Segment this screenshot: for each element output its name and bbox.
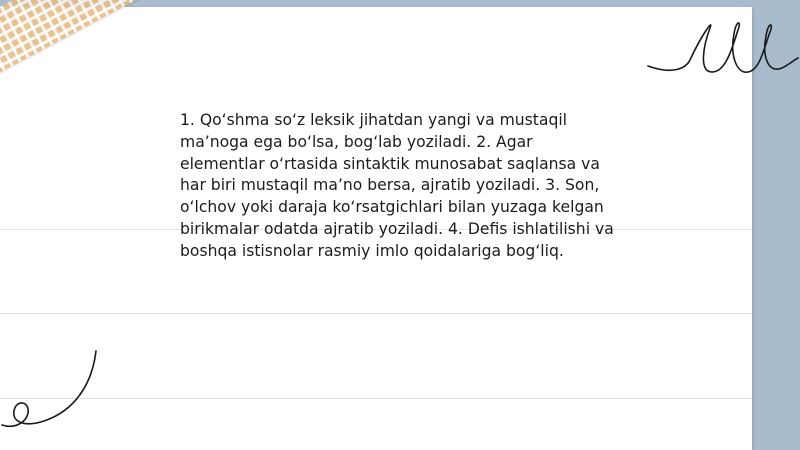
- loop-scribble-top-right: [647, 22, 799, 73]
- document-text: 1. Qo‘shma so‘z leksik jihatdan yangi va…: [180, 111, 614, 260]
- loop-scribble-bottom-left: [1, 350, 97, 428]
- ruled-line: [0, 313, 752, 314]
- ruled-line: [0, 398, 752, 399]
